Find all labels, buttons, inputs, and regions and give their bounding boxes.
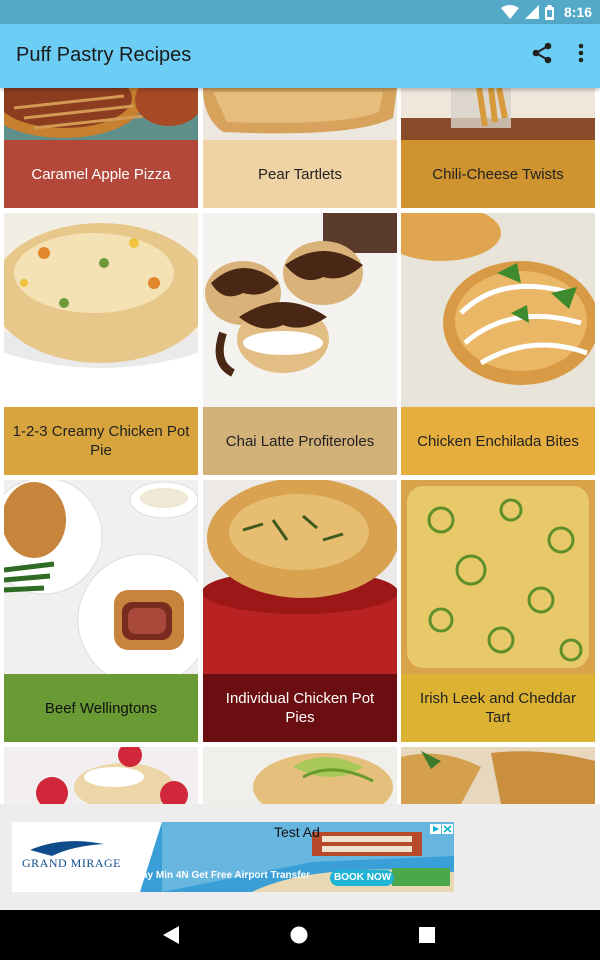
signal-icon — [524, 5, 539, 19]
recipe-card-zucchini-tart[interactable] — [203, 747, 397, 804]
recipe-image-zucchini-tart — [203, 747, 397, 804]
wifi-icon — [500, 5, 519, 19]
recipe-image-beef-wellingtons — [4, 480, 198, 674]
recipe-label: Chicken Enchilada Bites — [401, 407, 595, 475]
status-bar: 8:16 — [0, 0, 600, 24]
app-bar: Puff Pastry Recipes — [0, 24, 600, 88]
recipe-card-strawberry-pastry[interactable] — [4, 747, 198, 804]
recipe-card-pear-tartlets[interactable]: Pear Tartlets — [203, 88, 397, 208]
recipe-grid: Caramel Apple Pizza Pear Tartlets Chili-… — [0, 88, 600, 804]
recipe-image-irish-leek-cheddar-tart — [401, 480, 595, 674]
recipe-image-caramel-apple-pizza — [4, 88, 198, 140]
system-nav-bar — [0, 910, 600, 960]
recipe-image-chicken-enchilada-bites — [401, 213, 595, 407]
recipe-image-individual-chicken-pot-pies — [203, 480, 397, 674]
recipe-label: Pear Tartlets — [203, 140, 397, 208]
back-icon[interactable] — [163, 926, 179, 944]
home-icon[interactable] — [290, 926, 308, 944]
recipe-image-chai-latte-profiteroles — [203, 213, 397, 407]
ad-label: Test Ad — [274, 824, 320, 840]
status-icons: 8:16 — [500, 0, 592, 24]
recipe-label: Chili-Cheese Twists — [401, 140, 595, 208]
recipe-label: Caramel Apple Pizza — [4, 140, 198, 208]
recipe-label: Chai Latte Profiteroles — [203, 407, 397, 475]
status-time: 8:16 — [563, 4, 592, 20]
share-icon[interactable] — [532, 42, 552, 64]
recipe-label: Individual Chicken Pot Pies — [203, 674, 397, 742]
recipe-card-puff-pastry-bites[interactable] — [401, 747, 595, 804]
recipe-image-chili-cheese-twists — [401, 88, 595, 140]
recipe-card-caramel-apple-pizza[interactable]: Caramel Apple Pizza — [4, 88, 198, 208]
app-actions — [532, 42, 584, 64]
recipe-card-irish-leek-cheddar-tart[interactable]: Irish Leek and Cheddar Tart — [401, 480, 595, 742]
recipe-card-creamy-chicken-pot-pie[interactable]: 1-2-3 Creamy Chicken Pot Pie — [4, 213, 198, 475]
ad-tagline: Stay Min 4N Get Free Airport Transfer — [132, 870, 311, 881]
recipe-image-strawberry-pastry — [4, 747, 198, 804]
recipe-label: 1-2-3 Creamy Chicken Pot Pie — [4, 407, 198, 475]
recipe-label: Irish Leek and Cheddar Tart — [401, 674, 595, 742]
ad-banner[interactable]: Test Ad GRAND MIRAGE Stay Min 4N Get Fre… — [12, 822, 454, 892]
battery-icon — [544, 4, 554, 20]
recipe-image-pear-tartlets — [203, 88, 397, 140]
more-vert-icon[interactable] — [578, 43, 584, 63]
recipe-image-puff-pastry-bites — [401, 747, 595, 804]
ad-brand-logo: GRAND MIRAGE — [22, 856, 121, 870]
recipe-card-individual-chicken-pot-pies[interactable]: Individual Chicken Pot Pies — [203, 480, 397, 742]
app-title: Puff Pastry Recipes — [16, 44, 192, 66]
recipe-card-chicken-enchilada-bites[interactable]: Chicken Enchilada Bites — [401, 213, 595, 475]
ad-area: Test Ad GRAND MIRAGE Stay Min 4N Get Fre… — [0, 804, 600, 910]
recents-icon[interactable] — [419, 927, 435, 943]
recipe-image-creamy-chicken-pot-pie — [4, 213, 198, 407]
recipe-label: Beef Wellingtons — [4, 674, 198, 742]
recipe-card-beef-wellingtons[interactable]: Beef Wellingtons — [4, 480, 198, 742]
recipe-card-chai-latte-profiteroles[interactable]: Chai Latte Profiteroles — [203, 213, 397, 475]
recipe-card-chili-cheese-twists[interactable]: Chili-Cheese Twists — [401, 88, 595, 208]
ad-cta-button[interactable]: BOOK NOW — [334, 872, 391, 883]
